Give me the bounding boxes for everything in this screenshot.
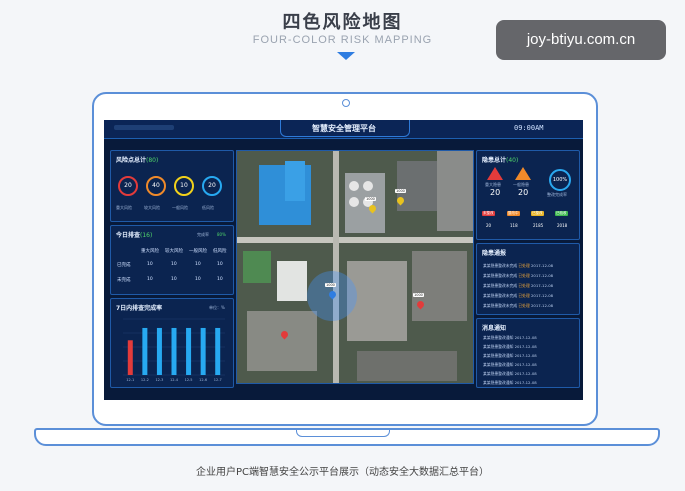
check-col-general: 一般风险	[189, 249, 207, 254]
alert-panel: 消息通知 某某隐患整改通知 2017-12-08 某某隐患整改通知 2017-1…	[476, 318, 580, 388]
check-cell: 10	[171, 262, 177, 267]
chart-panel: 7日内排查完成率 单位：% 12-1 12-2 12-3 12-4 12-5 12-6 12…	[110, 298, 234, 388]
chart-tick-label: 12-2	[141, 378, 149, 382]
check-cell: 10	[171, 277, 177, 282]
check-cell: 10	[195, 262, 201, 267]
hazard-tag-value: 2018	[557, 223, 568, 228]
chart-tick-label: 12-5	[185, 378, 193, 382]
chart-bar[interactable]	[200, 327, 206, 375]
alert-row[interactable]: 某某隐患整改通知 2017-12-08	[483, 335, 575, 341]
hazard-tag: 整改中	[507, 211, 520, 216]
check-row-todo-label: 未完成	[117, 278, 131, 283]
chart-bar[interactable]	[186, 327, 192, 375]
alert-row[interactable]: 某某隐患整改通知 2017-12-08	[483, 353, 575, 359]
check-cell: 10	[217, 277, 223, 282]
notice-row[interactable]: 某某隐患整改未完成 已处理 2017-12-08	[483, 283, 575, 289]
risk-ring-major[interactable]: 20	[118, 176, 138, 196]
alert-row[interactable]: 某某隐患整改通知 2017-12-08	[483, 380, 575, 386]
check-cell: 10	[147, 262, 153, 267]
laptop-notch	[296, 430, 390, 437]
chart-panel-title: 7日内排查完成率	[116, 305, 163, 312]
risk-ring-general[interactable]: 10	[174, 176, 194, 196]
topbar-left-info	[114, 125, 174, 130]
check-count: (16)	[140, 232, 153, 239]
map-label: 1000	[395, 189, 406, 193]
check-col-major: 重大风险	[141, 249, 159, 254]
notice-row[interactable]: 某某隐患整改未完成 已处理 2017-12-08	[483, 273, 575, 279]
hazard-general-value: 20	[518, 188, 529, 197]
chevron-down-icon	[337, 52, 355, 60]
alert-row[interactable]: 某某隐患整改通知 2017-12-08	[483, 344, 575, 350]
risk-map[interactable]: 1000 1000 1000 1000	[236, 150, 474, 384]
chart-unit: 单位：%	[209, 305, 225, 310]
check-col-large: 较大风险	[165, 249, 183, 254]
map-label: 1000	[365, 197, 376, 201]
hazard-tag-value: 2185	[533, 223, 544, 228]
hazard-panel: 隐患总计(40) 重大隐患 一般隐患 20 20 100% 整改完成率 未整改 …	[476, 150, 580, 240]
warning-icon	[515, 167, 531, 180]
chart-tick-label: 12-7	[214, 378, 222, 382]
dashboard-screen: 智慧安全管理平台 09:00AM 风险点总计(80) 20 40 10 20 重…	[104, 120, 583, 400]
chart-tick-label: 12-4	[170, 378, 179, 382]
risk-panel: 风险点总计(80) 20 40 10 20 重大风险 较大风险 一般风险 低风险	[110, 150, 234, 222]
risk-ring-large[interactable]: 40	[146, 176, 166, 196]
check-row-done-label: 已完成	[117, 263, 131, 268]
check-col-low: 低风险	[213, 249, 227, 254]
hazard-tag: 已整改	[531, 211, 544, 216]
risk-legend-major: 重大风险	[116, 205, 132, 210]
check-rate-label: 完成率	[197, 232, 209, 237]
hazard-major-value: 20	[490, 188, 501, 197]
notice-panel-title: 隐患通报	[482, 250, 507, 257]
watermark: joy-btiyu.com.cn	[496, 20, 666, 60]
map-label: 1000	[325, 283, 336, 287]
page-caption: 企业用户PC端智慧安全公示平台展示（动态安全大数据汇总平台）	[195, 467, 489, 478]
chart-tick-label: 12-3	[155, 378, 163, 382]
alert-row[interactable]: 某某隐患整改通知 2017-12-08	[483, 371, 575, 377]
chart-bar[interactable]	[156, 327, 162, 375]
warning-icon	[487, 167, 503, 180]
risk-legend-general: 一般风险	[172, 205, 188, 210]
alert-row[interactable]: 某某隐患整改通知 2017-12-08	[483, 362, 575, 368]
hazard-rate-label: 整改完成率	[547, 192, 567, 197]
check-cell: 10	[147, 277, 153, 282]
notice-row[interactable]: 某某隐患整改未完成 已处理 2017-12-08	[483, 263, 575, 269]
hazard-tag: 已验收	[555, 211, 568, 216]
notice-panel: 隐患通报 某某隐患整改未完成 已处理 2017-12-08 某某隐患整改未完成 …	[476, 243, 580, 315]
hazard-tag-value: 118	[510, 223, 518, 228]
risk-legend-large: 较大风险	[144, 205, 160, 210]
clock: 09:00AM	[514, 124, 544, 132]
chart-bar[interactable]	[127, 340, 133, 375]
check-panel-title: 今日排查	[116, 232, 141, 239]
hazard-tag-value: 20	[486, 223, 492, 228]
check-rate: 80%	[217, 232, 226, 237]
risk-ring-low[interactable]: 20	[202, 176, 222, 196]
hazard-tag: 未整改	[482, 211, 495, 216]
chart-bar[interactable]	[142, 327, 148, 375]
chart-tick-label: 12-1	[126, 378, 134, 382]
risk-total: (80)	[146, 157, 159, 164]
risk-panel-title: 风险点总计	[116, 157, 147, 164]
hazard-panel-title: 隐患总计	[482, 157, 507, 164]
camera-icon	[342, 99, 350, 107]
chart-bar[interactable]	[215, 327, 221, 375]
notice-row[interactable]: 某某隐患整改未完成 已处理 2017-12-08	[483, 303, 575, 309]
hazard-total: (40)	[506, 157, 519, 164]
hazard-rate-ring[interactable]: 100%	[549, 169, 571, 191]
check-panel: 今日排查(16) 完成率 80% 重大风险 较大风险 一般风险 低风险 已完成 …	[110, 225, 234, 295]
check-cell: 10	[195, 277, 201, 282]
chart-tick-label: 12-6	[199, 378, 207, 382]
risk-legend-low: 低风险	[202, 205, 214, 210]
system-name: 智慧安全管理平台	[312, 124, 376, 133]
map-label: 1000	[413, 293, 424, 297]
chart-bar[interactable]	[171, 327, 177, 375]
notice-row[interactable]: 某某隐患整改未完成 已处理 2017-12-08	[483, 293, 575, 299]
alert-panel-title: 消息通知	[482, 325, 507, 332]
completion-bar-chart: 12-1 12-2 12-3 12-4 12-5 12-6 12-7	[123, 318, 225, 382]
check-cell: 10	[217, 262, 223, 267]
